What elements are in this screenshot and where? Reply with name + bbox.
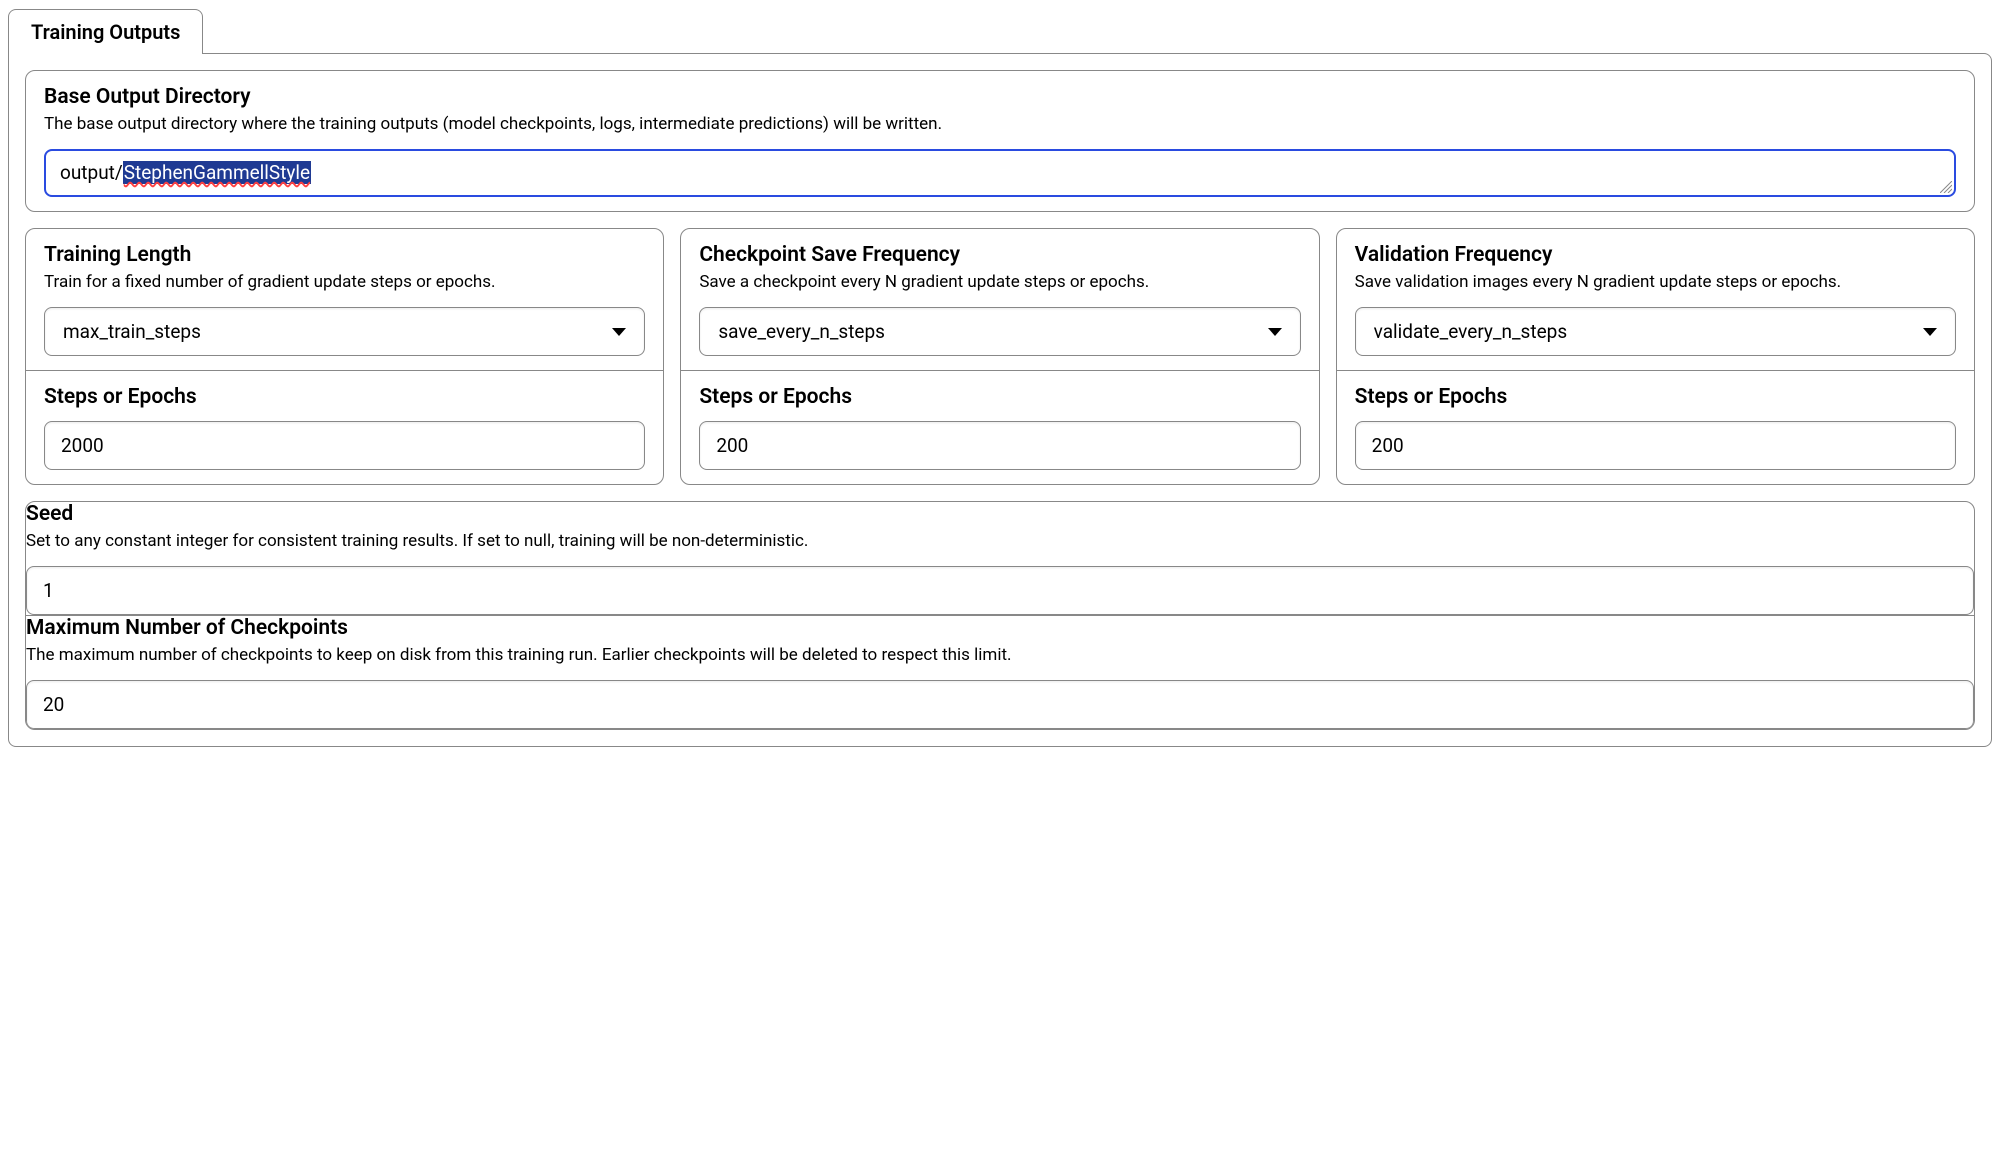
validation-freq-steps-input[interactable] — [1355, 421, 1956, 470]
card-seed-maxcheckpoints: Seed Set to any constant integer for con… — [25, 501, 1975, 730]
training-length-steps-label: Steps or Epochs — [44, 385, 645, 409]
base-output-title: Base Output Directory — [44, 85, 1956, 109]
resize-handle-icon[interactable] — [1940, 181, 1952, 193]
checkpoint-freq-steps-label: Steps or Epochs — [699, 385, 1300, 409]
checkpoint-freq-select-value: save_every_n_steps — [718, 320, 885, 343]
chevron-down-icon — [612, 328, 626, 336]
card-base-output-directory: Base Output Directory The base output di… — [25, 70, 1975, 212]
training-length-select[interactable]: max_train_steps — [44, 307, 645, 356]
training-length-steps-input[interactable] — [44, 421, 645, 470]
max-checkpoints-title: Maximum Number of Checkpoints — [26, 616, 1974, 640]
base-output-textarea[interactable]: output/StephenGammellStyle — [44, 149, 1956, 197]
card-checkpoint-frequency: Checkpoint Save Frequency Save a checkpo… — [680, 228, 1319, 485]
validation-freq-title: Validation Frequency — [1355, 243, 1956, 267]
card-training-length: Training Length Train for a fixed number… — [25, 228, 664, 485]
frequency-row: Training Length Train for a fixed number… — [25, 228, 1975, 485]
base-output-selection: StephenGammellStyle — [123, 161, 311, 184]
seed-title: Seed — [26, 502, 1974, 526]
seed-input[interactable] — [26, 566, 1974, 615]
chevron-down-icon — [1268, 328, 1282, 336]
checkpoint-freq-title: Checkpoint Save Frequency — [699, 243, 1300, 267]
chevron-down-icon — [1923, 328, 1937, 336]
training-outputs-panel: Training Outputs Base Output Directory T… — [8, 8, 1992, 747]
base-output-value: output/StephenGammellStyle — [60, 161, 311, 184]
checkpoint-freq-select[interactable]: save_every_n_steps — [699, 307, 1300, 356]
card-validation-frequency: Validation Frequency Save validation ima… — [1336, 228, 1975, 485]
validation-freq-select[interactable]: validate_every_n_steps — [1355, 307, 1956, 356]
max-checkpoints-desc: The maximum number of checkpoints to kee… — [26, 644, 1974, 666]
training-length-select-value: max_train_steps — [63, 320, 201, 343]
tab-training-outputs[interactable]: Training Outputs — [8, 9, 203, 54]
training-length-title: Training Length — [44, 243, 645, 267]
validation-freq-select-value: validate_every_n_steps — [1374, 320, 1567, 343]
validation-freq-desc: Save validation images every N gradient … — [1355, 271, 1956, 293]
checkpoint-freq-desc: Save a checkpoint every N gradient updat… — [699, 271, 1300, 293]
validation-freq-steps-label: Steps or Epochs — [1355, 385, 1956, 409]
tab-body: Base Output Directory The base output di… — [8, 53, 1992, 747]
tab-label: Training Outputs — [31, 20, 180, 44]
training-length-desc: Train for a fixed number of gradient upd… — [44, 271, 645, 293]
checkpoint-freq-steps-input[interactable] — [699, 421, 1300, 470]
base-output-desc: The base output directory where the trai… — [44, 113, 1956, 135]
max-checkpoints-input[interactable] — [26, 680, 1974, 729]
seed-desc: Set to any constant integer for consiste… — [26, 530, 1974, 552]
